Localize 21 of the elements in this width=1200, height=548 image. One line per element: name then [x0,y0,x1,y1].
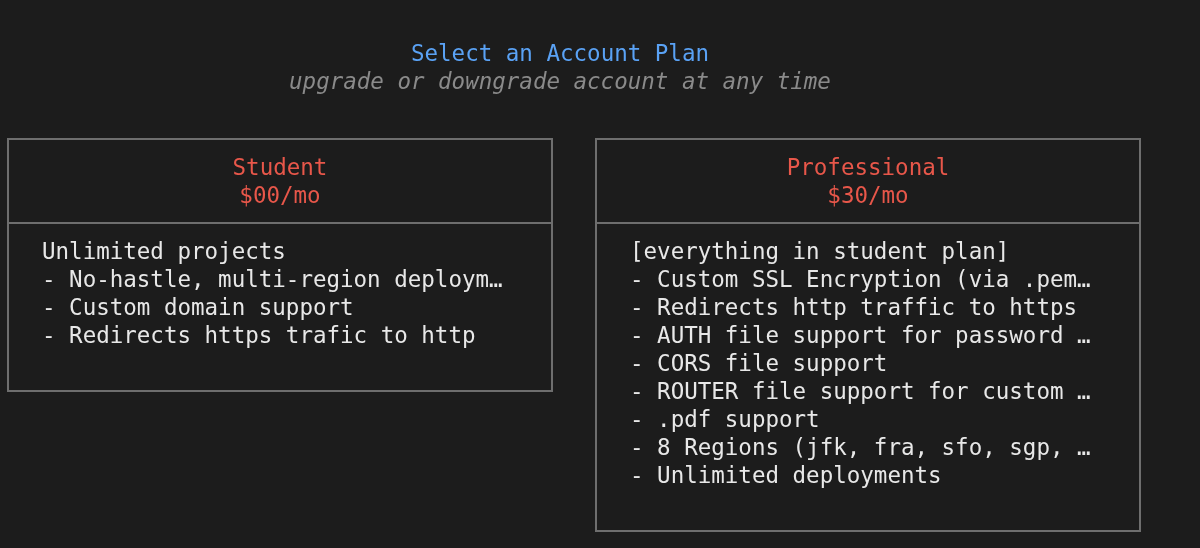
feature-text: - Redirects https trafic to http [42,321,476,349]
feature-text: - Unlimited deployments [630,461,942,489]
feature-text: - .pdf support [630,405,820,433]
feature-text: - AUTH file support for password … [630,321,1091,349]
feature-text: - Custom SSL Encryption (via .pem… [630,265,1091,293]
plan-name: Professional [786,153,950,181]
plan-name: Student [232,153,328,181]
plan-card[interactable] [595,138,1141,532]
feature-text: - No-hastle, multi-region deploym… [42,265,503,293]
plan-price: $00/mo [239,181,321,209]
feature-text: - Custom domain support [42,293,354,321]
page-subtitle: upgrade or downgrade account at any time [288,67,832,95]
feature-text: - Redirects http traffic to https [630,293,1078,321]
feature-text: - ROUTER file support for custom … [630,377,1091,405]
page-title: Select an Account Plan [410,39,710,67]
feature-text: Unlimited projects [42,237,286,265]
feature-text: - CORS file support [630,349,888,377]
feature-text: - 8 Regions (jfk, fra, sfo, sgp, … [630,433,1091,461]
plan-card[interactable]: Student $00/mo Unlimited projects - No-hastle, multi-region deploym… - Custom domain support - Redirects https trafic to http [7,138,553,392]
plan-price: $30/mo [827,181,909,209]
feature-text: [everything in student plan] [630,237,1010,265]
